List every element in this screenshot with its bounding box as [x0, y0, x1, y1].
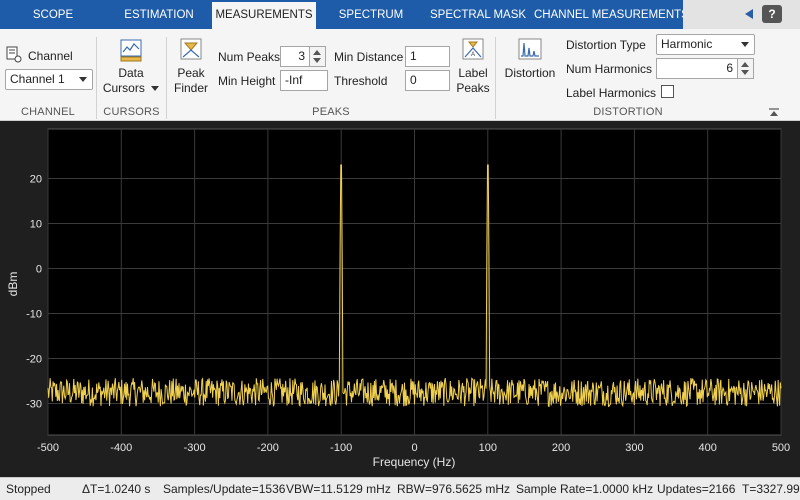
tab-bar: SCOPE ESTIMATION MEASUREMENTS SPECTRUM S… — [0, 0, 800, 29]
y-tick-labels: 20 10 0 -10 -20 -30 — [26, 174, 42, 411]
status-rbw: RBW=976.5625 mHz — [397, 482, 511, 496]
section-title-channel: CHANNEL — [21, 106, 75, 118]
num-harmonics-stepper[interactable] — [738, 58, 754, 79]
status-state: Stopped — [6, 482, 51, 496]
distortion-type-dropdown[interactable]: Harmonic — [656, 34, 755, 55]
chevron-down-icon — [79, 77, 87, 82]
x-tick-label: 200 — [552, 442, 570, 454]
x-tick-labels: -500 -400 -300 -200 -100 0 100 200 300 400 500 — [37, 442, 790, 454]
x-tick-label: 0 — [411, 442, 417, 454]
x-tick-label: -200 — [257, 442, 279, 454]
num-harmonics-input[interactable]: 6 — [656, 58, 738, 79]
stepper-down-icon — [313, 58, 321, 63]
min-height-input[interactable]: -Inf — [280, 70, 328, 91]
num-peaks-label: Num Peaks — [218, 50, 281, 64]
status-updates: Updates=2166 — [657, 482, 736, 496]
collapse-toolstrip-icon[interactable] — [742, 7, 754, 21]
collapse-panel-icon[interactable] — [768, 107, 780, 117]
label-peaks-button[interactable]: A Label Peaks — [454, 37, 492, 96]
x-tick-label: -300 — [184, 442, 206, 454]
data-cursors-label-line2: Cursors — [102, 81, 145, 95]
x-tick-label: 300 — [625, 442, 643, 454]
tab-scope[interactable]: SCOPE — [20, 2, 86, 29]
x-tick-label: -400 — [110, 442, 132, 454]
tab-channel-measurements[interactable]: CHANNEL MEASUREMENTS — [534, 2, 689, 29]
min-height-label: Min Height — [218, 74, 276, 88]
min-distance-label: Min Distance — [334, 50, 404, 64]
y-tick-label: -20 — [26, 354, 42, 366]
num-peaks-stepper[interactable] — [310, 46, 326, 67]
tab-spectrum[interactable]: SPECTRUM — [336, 2, 406, 29]
status-sample-rate: Sample Rate=1.0000 kHz — [516, 482, 654, 496]
x-axis-label: Frequency (Hz) — [373, 455, 456, 469]
tab-estimation[interactable]: ESTIMATION — [116, 2, 202, 29]
distortion-type-label: Distortion Type — [566, 38, 646, 52]
svg-text:A: A — [471, 52, 475, 58]
y-axis-label: dBm — [6, 272, 20, 297]
label-harmonics-label: Label Harmonics — [566, 86, 657, 100]
channel-label: Channel — [28, 49, 73, 63]
distortion-type-value: Harmonic — [661, 37, 713, 51]
section-title-peaks: PEAKS — [312, 106, 350, 118]
section-title-cursors: CURSORS — [103, 106, 160, 118]
stepper-up-icon — [741, 62, 749, 67]
spectrum-analyzer-app: SCOPE ESTIMATION MEASUREMENTS SPECTRUM S… — [0, 0, 800, 500]
x-tick-label: -500 — [37, 442, 59, 454]
x-tick-label: 400 — [699, 442, 717, 454]
x-tick-label: -100 — [330, 442, 352, 454]
status-delta-t: ΔT=1.0240 s — [82, 482, 151, 496]
peak-finder-label-line1: Peak — [177, 66, 205, 80]
y-tick-label: 20 — [30, 174, 42, 186]
num-peaks-input[interactable]: 3 — [280, 46, 310, 67]
spectrum-plot[interactable]: 20100-10-20-30 -500 -400 -300 -200 -100 0 100 2… — [0, 121, 800, 477]
channel-dropdown-value: Channel 1 — [10, 72, 65, 86]
min-distance-input[interactable]: 1 — [405, 46, 450, 67]
num-harmonics-label: Num Harmonics — [566, 62, 653, 76]
y-tick-label: -30 — [26, 399, 42, 411]
status-samples-per-update: Samples/Update=1536 — [163, 482, 286, 496]
chevron-down-icon — [151, 86, 160, 92]
stepper-down-icon — [741, 70, 749, 75]
y-tick-label: -10 — [26, 309, 42, 321]
tab-spectral-mask[interactable]: SPECTRAL MASK — [430, 2, 526, 29]
peak-finder-icon — [180, 38, 202, 60]
label-peaks-icon: A — [462, 38, 484, 60]
threshold-input[interactable]: 0 — [405, 70, 450, 91]
x-tick-label: 100 — [479, 442, 497, 454]
peak-finder-label-line2: Finder — [173, 81, 208, 95]
distortion-icon — [518, 38, 542, 60]
section-title-distortion: DISTORTION — [593, 106, 663, 118]
status-bar: Stopped ΔT=1.0240 s Samples/Update=1536 … — [0, 477, 800, 500]
toolstrip: Channel Channel 1 CHANNEL Data Cursors C… — [0, 29, 800, 121]
stepper-up-icon — [313, 50, 321, 55]
y-tick-label: 10 — [30, 219, 42, 231]
status-vbw: VBW=11.5129 mHz — [286, 482, 391, 496]
data-cursors-button[interactable]: Data Cursors — [101, 37, 161, 96]
label-peaks-label-line1: Label — [458, 66, 488, 80]
label-harmonics-checkbox[interactable] — [661, 85, 674, 98]
channel-dropdown[interactable]: Channel 1 — [5, 69, 93, 90]
status-time: T=3327.99 — [742, 482, 800, 496]
x-tick-label: 500 — [772, 442, 790, 454]
chevron-down-icon — [741, 42, 749, 47]
data-cursors-label-line1: Data — [118, 66, 144, 80]
distortion-label: Distortion — [504, 66, 556, 80]
help-button[interactable]: ? — [762, 5, 782, 23]
tab-measurements[interactable]: MEASUREMENTS — [212, 2, 316, 29]
label-peaks-label-line2: Peaks — [456, 81, 490, 95]
data-cursors-icon — [120, 39, 142, 62]
channel-icon — [6, 46, 22, 63]
distortion-button[interactable]: Distortion — [501, 37, 559, 81]
peak-finder-button[interactable]: Peak Finder — [171, 37, 211, 96]
threshold-label: Threshold — [334, 74, 388, 88]
y-tick-label: 0 — [36, 264, 42, 276]
